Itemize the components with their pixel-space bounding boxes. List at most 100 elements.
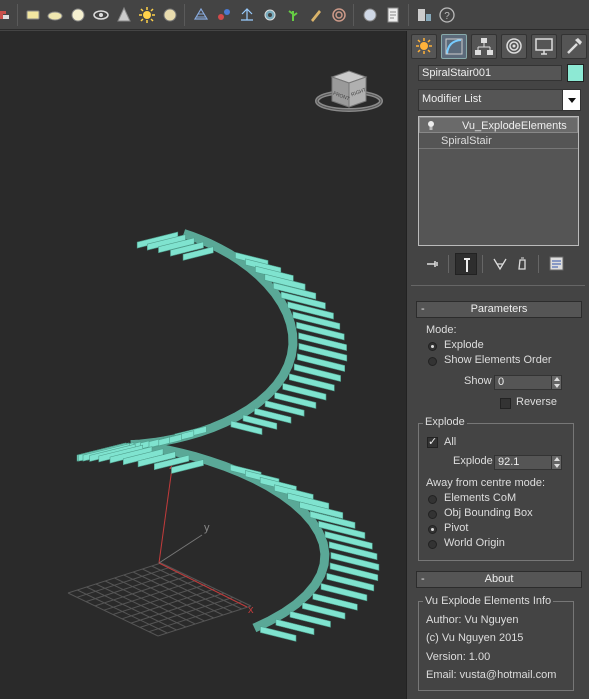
spiral-stair-object[interactable]: [76, 229, 380, 642]
command-panel-tabs: [411, 34, 589, 60]
about-group-title: Vu Explode Elements Info: [423, 595, 554, 607]
grid-line: [130, 592, 225, 624]
gear-wheel-icon[interactable]: [260, 5, 280, 25]
sun-icon[interactable]: [137, 5, 157, 25]
reverse-label: Reverse: [516, 396, 557, 408]
parameters-title: Parameters: [470, 303, 528, 315]
sphere-flat-icon[interactable]: [160, 5, 180, 25]
explode-label: Explode: [453, 455, 493, 467]
spiral-icon[interactable]: [329, 5, 349, 25]
hierarchy-tab-icon[interactable]: [471, 34, 497, 59]
command-panel: SpiralStair001 Modifier List Vu_ExplodeE…: [406, 31, 589, 699]
object-name-field[interactable]: SpiralStair001: [418, 65, 562, 81]
sphere-icon[interactable]: [68, 5, 88, 25]
show-spinner[interactable]: 0: [494, 375, 562, 390]
collapse-icon: -: [421, 303, 425, 315]
atom-icon[interactable]: [214, 5, 234, 25]
viewcube[interactable]: FRONT RIGHT: [315, 70, 383, 112]
spinner-arrows-icon[interactable]: [551, 376, 561, 389]
document-icon[interactable]: [383, 5, 403, 25]
away-world-origin-radio[interactable]: [428, 540, 437, 549]
stack-item-base-object[interactable]: SpiralStair: [419, 133, 578, 149]
mode-show-elements-order-label: Show Elements Order: [444, 354, 552, 366]
cone-light-icon[interactable]: [114, 5, 134, 25]
lightbulb-icon[interactable]: [426, 120, 436, 131]
eye-icon[interactable]: [91, 5, 111, 25]
object-color-swatch[interactable]: [567, 64, 584, 82]
explode-spinner[interactable]: 92.1: [494, 455, 562, 470]
axis-label-y: y: [204, 522, 210, 534]
utilities-tab-icon[interactable]: [561, 34, 587, 59]
modifier-stack: Vu_ExplodeElements SpiralStair: [418, 116, 579, 246]
home-grid: [67, 562, 252, 637]
stack-item-label: Vu_ExplodeElements: [462, 120, 567, 132]
stack-buttons: [418, 253, 583, 275]
grid-line: [157, 605, 252, 637]
about-copyright: (c) Vu Nguyen 2015: [426, 632, 524, 644]
stack-item-label: SpiralStair: [441, 135, 492, 147]
stack-button-separator: [538, 255, 539, 273]
mode-explode-radio[interactable]: [428, 342, 437, 351]
mode-explode-label: Explode: [444, 339, 484, 351]
toolbar-separator: [184, 4, 185, 26]
grid-line: [121, 588, 216, 620]
show-end-result-icon[interactable]: [455, 253, 477, 275]
reverse-checkbox[interactable]: [500, 398, 511, 409]
mode-show-elements-order-radio[interactable]: [428, 357, 437, 366]
spinner-arrows-icon[interactable]: [551, 456, 561, 469]
all-label: All: [444, 436, 457, 448]
away-mode-label: Away from centre mode:: [426, 477, 546, 489]
link-icon[interactable]: [0, 5, 14, 25]
away-elements-com-label: Elements CoM: [444, 492, 517, 504]
grid-line: [148, 601, 243, 633]
about-title: About: [484, 573, 514, 585]
about-author: Author: Vu Nguyen: [426, 614, 519, 626]
show-label: Show: [464, 375, 492, 387]
away-obj-bounding-box-radio[interactable]: [428, 510, 437, 519]
plant-icon[interactable]: [283, 5, 303, 25]
axis-label-x: x: [248, 604, 254, 616]
stack-item-modifier[interactable]: Vu_ExplodeElements: [419, 117, 578, 133]
viewport-canvas: FRONT RIGHT z x y: [67, 70, 383, 642]
toolbar-separator: [353, 4, 354, 26]
modifier-list-dropdown[interactable]: Modifier List: [418, 89, 581, 111]
network-icon[interactable]: [237, 5, 257, 25]
create-tab-icon[interactable]: [411, 34, 437, 59]
grid-line: [139, 596, 234, 628]
main-toolbar: ?: [0, 0, 589, 30]
help-icon[interactable]: ?: [437, 5, 457, 25]
show-value: 0: [498, 376, 505, 388]
modifier-list-label: Modifier List: [422, 93, 482, 105]
away-pivot-radio[interactable]: [428, 525, 437, 534]
all-checkbox[interactable]: [427, 435, 438, 448]
remove-modifier-icon[interactable]: [511, 253, 533, 275]
perspective-viewport[interactable]: FRONT RIGHT z x y: [0, 31, 406, 699]
about-rollout-header[interactable]: - About: [416, 571, 582, 588]
stack-icon[interactable]: [414, 5, 434, 25]
svg-text:?: ?: [444, 11, 450, 22]
away-elements-com-radio[interactable]: [428, 495, 437, 504]
pin-stack-icon[interactable]: [422, 253, 444, 275]
mode-label: Mode:: [426, 324, 457, 336]
configure-modifier-sets-icon[interactable]: [546, 253, 568, 275]
motion-tab-icon[interactable]: [501, 34, 527, 59]
stack-button-separator: [482, 255, 483, 273]
stack-button-separator: [448, 255, 449, 273]
globe-icon[interactable]: [360, 5, 380, 25]
plane-icon[interactable]: [23, 5, 43, 25]
display-tab-icon[interactable]: [531, 34, 557, 59]
grid-icon[interactable]: [191, 5, 211, 25]
make-unique-icon[interactable]: [489, 253, 511, 275]
modify-tab-icon[interactable]: [441, 34, 467, 59]
away-pivot-label: Pivot: [444, 522, 469, 534]
away-world-origin-label: World Origin: [444, 537, 505, 549]
brush-icon[interactable]: [306, 5, 326, 25]
collapse-icon: -: [421, 573, 425, 585]
explode-group-title: Explode: [423, 416, 467, 428]
about-version: Version: 1.00: [426, 651, 491, 663]
grid-line: [112, 584, 207, 615]
chevron-down-icon[interactable]: [562, 90, 580, 110]
panel-divider: [411, 285, 585, 286]
disc-icon[interactable]: [45, 5, 65, 25]
parameters-rollout-header[interactable]: - Parameters: [416, 301, 582, 318]
